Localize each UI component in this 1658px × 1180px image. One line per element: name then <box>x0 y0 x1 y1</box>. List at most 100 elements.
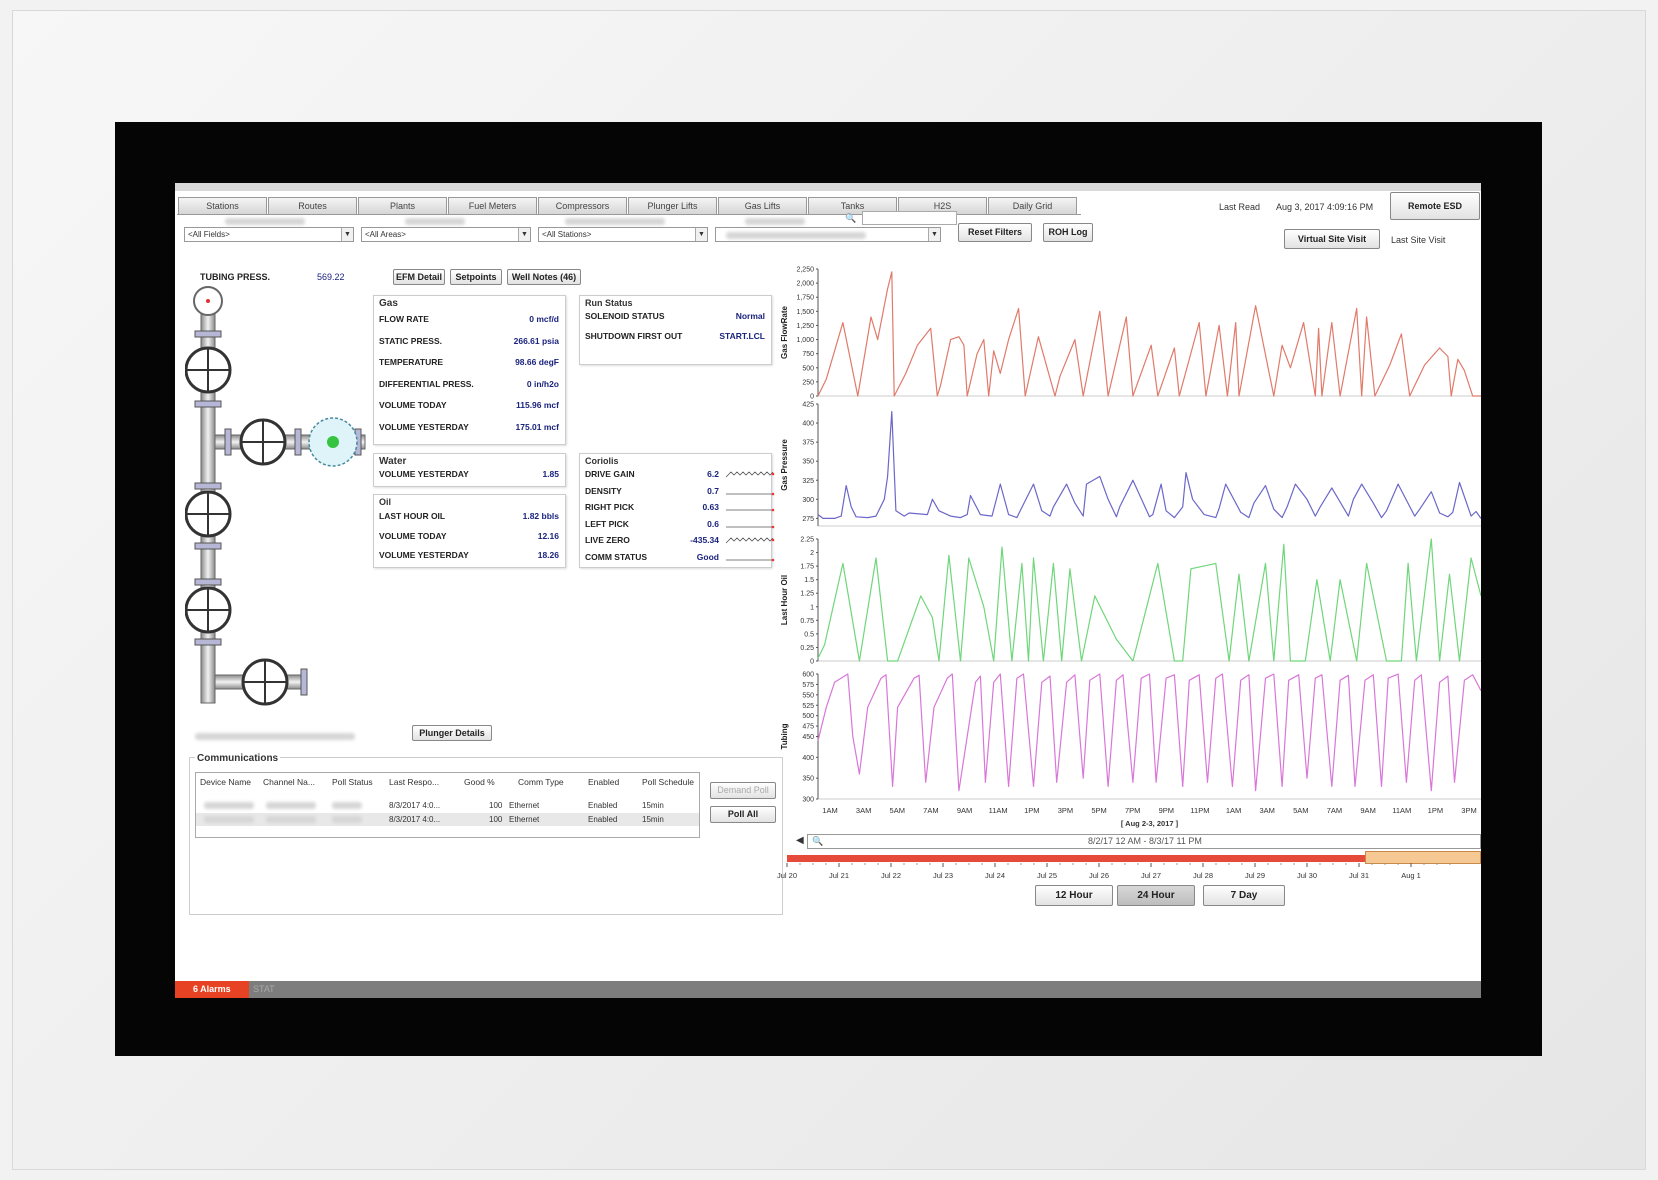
oil-row: VOLUME TODAY 12.16 <box>379 531 559 543</box>
search-input[interactable] <box>862 211 957 225</box>
gas-value: 115.96 mcf <box>515 400 559 410</box>
x-tick-label: 5PM <box>1091 806 1106 815</box>
y-axis-label: Gas FlowRate <box>780 306 789 359</box>
y-tick-label: 375 <box>802 440 814 447</box>
7-day-button[interactable]: 7 Day <box>1203 885 1285 906</box>
y-tick-label: 400 <box>802 755 814 762</box>
demand-poll-button[interactable]: Demand Poll <box>710 782 776 799</box>
blurred-cell <box>332 816 362 823</box>
y-tick-label: 1,750 <box>796 295 814 302</box>
x-axis-caption: [ Aug 2-3, 2017 ] <box>1121 819 1179 828</box>
chart-last-hour-oil: 2.25 2 1.75 1.5 1.25 1 0.75 0.5 0.25 0 Last Hour O… <box>780 537 1481 666</box>
oil-value: 12.16 <box>537 530 559 541</box>
chevron-down-icon: ▼ <box>341 228 353 241</box>
oil-title: Oil <box>379 497 392 507</box>
timeline-range-field[interactable]: 🔍 8/2/17 12 AM - 8/3/17 11 PM <box>807 834 1481 849</box>
roh-log-button[interactable]: ROH Log <box>1043 223 1093 242</box>
y-axis-label: Last Hour Oil <box>780 575 789 625</box>
coriolis-label: LIVE ZERO <box>585 535 630 545</box>
column-header[interactable]: Channel Na... <box>263 777 315 787</box>
search-icon: 🔍 <box>845 213 857 223</box>
poll-all-button[interactable]: Poll All <box>710 806 776 823</box>
y-tick-label: 2,250 <box>796 267 814 274</box>
tab-compressors[interactable]: Compressors <box>538 197 627 214</box>
gas-row: STATIC PRESS. 266.61 psia <box>379 336 559 348</box>
oil-label: LAST HOUR OIL <box>379 511 446 521</box>
x-tick-label: 9AM <box>957 806 972 815</box>
setpoints-button[interactable]: Setpoints <box>450 269 502 285</box>
blurred-label <box>405 218 465 225</box>
station-select[interactable]: <All Stations> ▼ <box>538 227 708 242</box>
x-tick-label: 1AM <box>1226 806 1241 815</box>
sparkline <box>726 508 775 512</box>
last-read-label: Last Read <box>1219 202 1261 212</box>
area-select[interactable]: <All Areas> ▼ <box>361 227 531 242</box>
oil-panel: Oil LAST HOUR OIL 1.82 bbls VOLUME TODAY 12… <box>373 494 566 568</box>
column-header[interactable]: Last Respo... <box>389 777 439 787</box>
y-tick-label: 250 <box>802 379 814 386</box>
tab-routes[interactable]: Routes <box>268 197 357 214</box>
last-site-visit-label: Last Site Visit <box>1391 235 1446 245</box>
alarms-badge[interactable]: 6 Alarms <box>175 981 249 998</box>
y-tick-label: 350 <box>802 776 814 783</box>
oil-label: VOLUME YESTERDAY <box>379 550 469 560</box>
coriolis-row: DRIVE GAIN 6.2 <box>585 469 775 481</box>
cell-sched: 15min <box>642 801 664 810</box>
x-tick-label: 3AM <box>856 806 871 815</box>
blurred-label <box>565 218 665 225</box>
y-tick-label: 1.75 <box>800 564 814 571</box>
reset-filters-button[interactable]: Reset Filters <box>958 223 1032 242</box>
y-tick-label: 300 <box>802 797 814 804</box>
run_status-label: SOLENOID STATUS <box>585 311 665 321</box>
tab-stations[interactable]: Stations <box>178 197 267 214</box>
y-tick-label: 2 <box>810 550 814 557</box>
column-header[interactable]: Poll Schedule <box>642 777 694 787</box>
y-tick-label: 2.25 <box>800 537 814 544</box>
efm-detail-button[interactable]: EFM Detail <box>393 269 445 285</box>
blurred-label <box>745 218 805 225</box>
coriolis-value: 6.2 <box>707 469 719 479</box>
tab-gas-lifts[interactable]: Gas Lifts <box>718 197 807 214</box>
timeline-left-arrow[interactable]: ◀ <box>796 835 804 846</box>
sparkline <box>726 558 775 561</box>
tab-plunger-lifts[interactable]: Plunger Lifts <box>628 197 717 214</box>
24-hour-button[interactable]: 24 Hour <box>1117 885 1195 906</box>
y-tick-label: 1,000 <box>796 337 814 344</box>
y-tick-label: 275 <box>802 516 814 523</box>
column-header[interactable]: Poll Status <box>332 777 373 787</box>
cell-good: 100 <box>489 815 503 824</box>
y-axis-label: Gas Pressure <box>780 439 789 491</box>
chart-gas-flowrate: 2,250 2,000 1,750 1,500 1,250 1,000 750 500 250 0… <box>780 267 1481 401</box>
tab-fuel-meters[interactable]: Fuel Meters <box>448 197 537 214</box>
chart-tubing: 600 575 550 525 500 475 450 400 350 300 Tubing <box>780 672 1481 804</box>
y-tick-label: 500 <box>802 365 814 372</box>
gas-label: DIFFERENTIAL PRESS. <box>379 378 474 389</box>
water-row: VOLUME YESTERDAY 1.85 <box>379 469 559 481</box>
top-strip <box>175 183 1481 191</box>
y-tick-label: 2,000 <box>796 281 814 288</box>
field-select[interactable]: <All Fields> ▼ <box>184 227 354 242</box>
well-notes-button[interactable]: Well Notes (46) <box>507 269 581 285</box>
gas-value: 266.61 psia <box>513 335 559 346</box>
table-row[interactable]: 8/3/2017 4:0... 100 Ethernet Enabled 15min <box>196 813 699 826</box>
column-header[interactable]: Good % <box>464 777 495 787</box>
remote-esd-button[interactable]: Remote ESD <box>1390 192 1480 220</box>
gas-label: VOLUME YESTERDAY <box>379 421 469 432</box>
table-row[interactable]: 8/3/2017 4:0... 100 Ethernet Enabled 15min <box>196 799 699 812</box>
scada-screen: Stations Routes Plants Fuel Meters Compresso… <box>175 183 1481 998</box>
column-header[interactable]: Device Name <box>200 777 251 787</box>
y-tick-label: 300 <box>802 497 814 504</box>
well-select[interactable]: ▼ <box>715 227 941 242</box>
y-tick-label: 0.5 <box>804 631 814 638</box>
12-hour-button[interactable]: 12 Hour <box>1035 885 1113 906</box>
blurred-cell <box>204 816 254 823</box>
tab-plants[interactable]: Plants <box>358 197 447 214</box>
x-tick-label: 5AM <box>1293 806 1308 815</box>
tab-daily-grid[interactable]: Daily Grid <box>988 197 1077 214</box>
virtual-site-visit-button[interactable]: Virtual Site Visit <box>1284 229 1380 249</box>
plunger-details-button[interactable]: Plunger Details <box>412 725 492 741</box>
column-header[interactable]: Comm Type <box>518 777 564 787</box>
stat-label: STAT <box>253 984 275 994</box>
column-header[interactable]: Enabled <box>588 777 619 787</box>
last-read-value: Aug 3, 2017 4:09:16 PM <box>1276 202 1374 212</box>
